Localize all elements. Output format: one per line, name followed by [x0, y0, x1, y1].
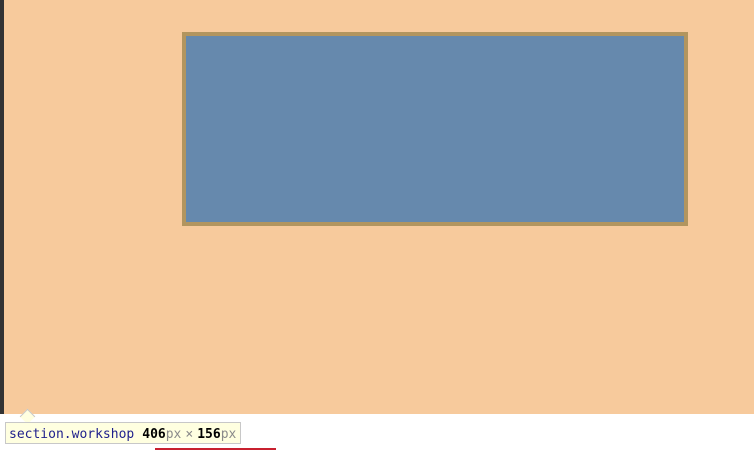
- tooltip-height-unit: px: [220, 426, 237, 442]
- dimension-underline: [155, 448, 276, 450]
- tooltip-class-separator: .: [63, 426, 72, 442]
- browser-viewport: section. workshop 406 px × 156 px: [0, 0, 754, 451]
- tooltip-height-value: 156: [197, 426, 221, 442]
- element-highlight-area: [4, 0, 754, 414]
- element-inspector-tooltip: section. workshop 406 px × 156 px: [5, 422, 242, 444]
- tooltip-multiply-sign: ×: [185, 426, 194, 442]
- tooltip-class-name: workshop: [71, 426, 135, 442]
- tooltip-width-value: 406: [142, 426, 166, 442]
- workshop-section-box[interactable]: [182, 32, 688, 226]
- tooltip-width-unit: px: [165, 426, 182, 442]
- tooltip-tag-name: section: [9, 426, 64, 442]
